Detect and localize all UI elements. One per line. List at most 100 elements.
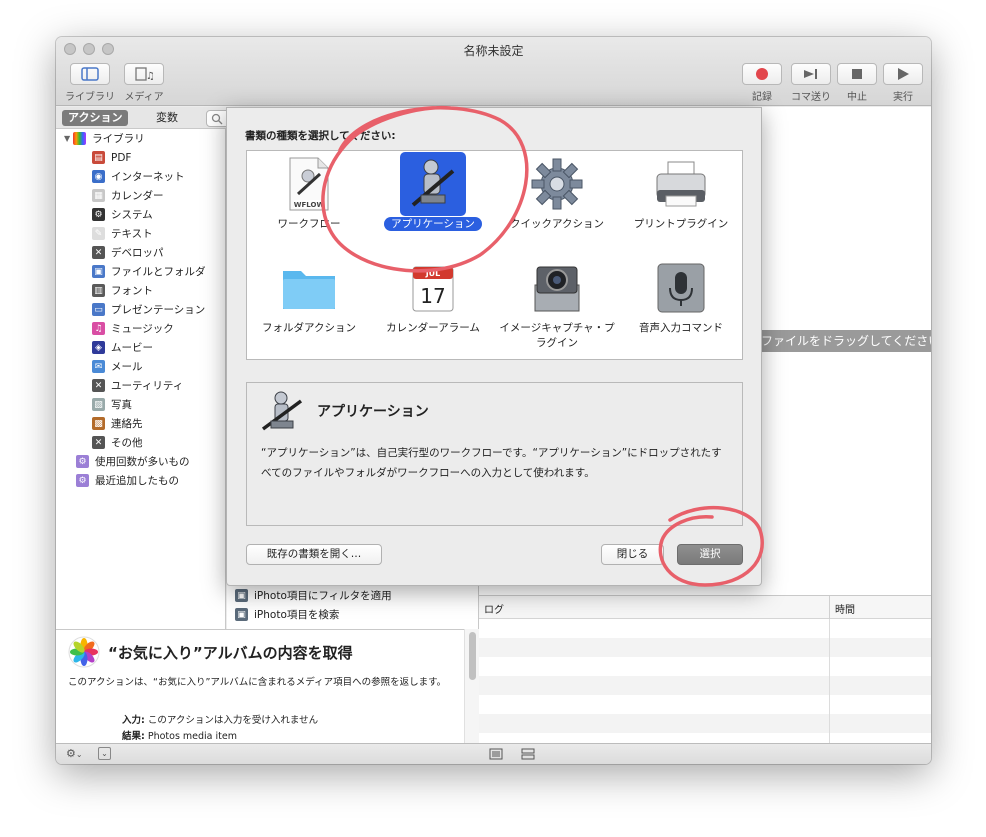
sidebar-item[interactable]: ✉ メール <box>92 357 143 376</box>
type-image-capture-plugin[interactable]: イメージキャプチャ・プラグイン <box>495 255 619 359</box>
media-button[interactable]: ♫ <box>124 63 164 85</box>
selected-label-text: アプリケーション <box>384 217 482 231</box>
type-label: カレンダーアラーム <box>386 322 480 334</box>
type-quick-action[interactable]: クイックアクション <box>495 151 619 255</box>
type-dictation-command[interactable]: 音声入力コマンド <box>619 255 743 359</box>
sidebar-item[interactable]: ✕ その他 <box>92 433 143 452</box>
printer-icon <box>650 153 712 215</box>
sidebar-item-label: 連絡先 <box>111 418 143 430</box>
type-print-plugin[interactable]: プリントプラグイン <box>619 151 743 255</box>
record-button[interactable] <box>742 63 782 85</box>
chevron-down-icon: ⌄ <box>75 750 83 759</box>
log-column-header[interactable]: ログ <box>484 601 504 616</box>
sidebar-item[interactable]: ◉ インターネット <box>92 167 185 186</box>
disclosure-triangle-icon[interactable]: ▼ <box>64 134 70 143</box>
action-summary: このアクションは、“お気に入り”アルバムに含まれるメディア項目への参照を返します… <box>68 677 447 688</box>
sidebar-item-label: PDF <box>111 151 132 164</box>
list-view-icon[interactable] <box>489 748 503 760</box>
sidebar-item[interactable]: ▥ フォント <box>92 281 153 300</box>
tab-variables[interactable]: 変数 <box>150 110 184 126</box>
library-pane: ▼ ライブラリ ▤ PDF ◉ インターネット ▦ カレンダー ⚙ システム ✎ テキスト ✕ デベロ… <box>56 129 226 629</box>
category-icon: ▦ <box>92 189 105 202</box>
list-item[interactable]: ▣ iPhoto項目にフィルタを適用 <box>235 586 392 605</box>
sidebar-item-label: システム <box>111 209 153 221</box>
action-result-row: 結果: Photos media item <box>122 728 237 742</box>
category-icon: ▥ <box>92 284 105 297</box>
sidebar-item[interactable]: ✕ デベロッパ <box>92 243 164 262</box>
split-view-icon[interactable] <box>521 748 535 760</box>
toggle-description-button[interactable]: ⌄ <box>98 747 111 760</box>
sidebar-item-label: ファイルとフォルダ <box>111 266 206 278</box>
description-scrollbar[interactable] <box>464 629 479 743</box>
open-existing-button[interactable]: 既存の書類を開く… <box>246 544 382 565</box>
type-calendar-alarm[interactable]: JUL 17 カレンダーアラーム <box>371 255 495 359</box>
stop-button[interactable] <box>837 63 877 85</box>
gear-icon: ⚙ <box>66 747 76 760</box>
result-value: Photos media item <box>147 731 237 742</box>
wflow-badge-text: WFLOW <box>294 201 325 209</box>
sidebar-item[interactable]: ▦ カレンダー <box>92 186 164 205</box>
result-label: 結果: <box>122 731 145 742</box>
log-table-body <box>479 619 931 743</box>
step-icon <box>804 69 817 79</box>
run-toolbar-label: 実行 <box>893 92 913 103</box>
list-item[interactable]: ▣ iPhoto項目を検索 <box>235 605 339 624</box>
choose-button[interactable]: 選択 <box>677 544 743 565</box>
type-application[interactable]: アプリケーション <box>371 151 495 255</box>
library-toggle-button[interactable] <box>70 63 110 85</box>
category-icon: ▭ <box>92 303 105 316</box>
photos-icon <box>68 636 100 668</box>
sidebar-item-label: その他 <box>111 437 143 449</box>
run-button[interactable] <box>883 63 923 85</box>
step-button[interactable] <box>791 63 831 85</box>
smart-group-label: 使用回数が多いもの <box>95 456 190 468</box>
library-root[interactable]: ▼ ライブラリ <box>64 129 145 148</box>
sidebar-item[interactable]: ⚙ システム <box>92 205 153 224</box>
sidebar-item-label: カレンダー <box>111 190 164 202</box>
tab-actions[interactable]: アクション <box>62 110 129 126</box>
action-input-row: 入力: このアクションは入力を受け入れません <box>122 712 318 726</box>
folder-icon <box>278 257 340 319</box>
automator-robot-icon <box>261 391 303 431</box>
sidebar-item[interactable]: ▩ 連絡先 <box>92 414 143 433</box>
smart-group-label: 最近追加したもの <box>95 475 179 487</box>
sidebar-item[interactable]: ▨ 写真 <box>92 395 132 414</box>
smart-group-item[interactable]: ⚙ 最近追加したもの <box>76 471 179 490</box>
type-label: 音声入力コマンド <box>639 322 723 334</box>
sidebar-item-label: テキスト <box>111 228 153 240</box>
sidebar-item[interactable]: ▭ プレゼンテーション <box>92 300 205 319</box>
search-icon <box>211 113 223 125</box>
type-label: プリントプラグイン <box>633 218 729 230</box>
search-field[interactable] <box>206 110 228 127</box>
sidebar-item-label: 写真 <box>111 399 132 411</box>
type-folder-action[interactable]: フォルダアクション <box>247 255 371 359</box>
type-workflow[interactable]: WFLOW ワークフロー <box>247 151 371 255</box>
smart-group-item[interactable]: ⚙ 使用回数が多いもの <box>76 452 190 471</box>
time-column-header[interactable]: 時間 <box>835 601 855 616</box>
sidebar-item[interactable]: ◈ ムービー <box>92 338 153 357</box>
library-icon <box>81 67 99 81</box>
close-button[interactable]: 閉じる <box>601 544 664 565</box>
sidebar-item[interactable]: ✎ テキスト <box>92 224 153 243</box>
category-icon: ✕ <box>92 379 105 392</box>
input-value: このアクションは入力を受け入れません <box>147 715 319 726</box>
library-root-label: ライブラリ <box>92 133 145 145</box>
action-gear-menu[interactable]: ⚙⌄ <box>66 747 83 760</box>
microphone-icon <box>650 257 712 319</box>
sidebar-item[interactable]: ✕ ユーティリティ <box>92 376 183 395</box>
sidebar-item-label: ユーティリティ <box>111 380 184 392</box>
sidebar-item-label: ミュージック <box>111 323 174 335</box>
sidebar-item-label: インターネット <box>111 171 185 183</box>
category-icon: ✉ <box>92 360 105 373</box>
sidebar-item[interactable]: ▣ ファイルとフォルダ <box>92 262 206 281</box>
column-divider <box>829 619 830 743</box>
scrollbar-thumb[interactable] <box>469 632 476 680</box>
library-tabs: アクション 変数 <box>56 107 226 129</box>
sidebar-item[interactable]: ♫ ミュージック <box>92 319 174 338</box>
document-type-dialog: 書類の種類を選択してください: WFLOW ワークフロー アプリケーション クイ… <box>226 107 762 586</box>
sidebar-item[interactable]: ▤ PDF <box>92 148 131 167</box>
library-toolbar-label: ライブラリ <box>65 92 115 103</box>
type-label-selected: アプリケーション <box>371 217 495 232</box>
type-label: イメージキャプチャ・プラグイン <box>499 322 615 349</box>
table-row <box>479 619 931 638</box>
